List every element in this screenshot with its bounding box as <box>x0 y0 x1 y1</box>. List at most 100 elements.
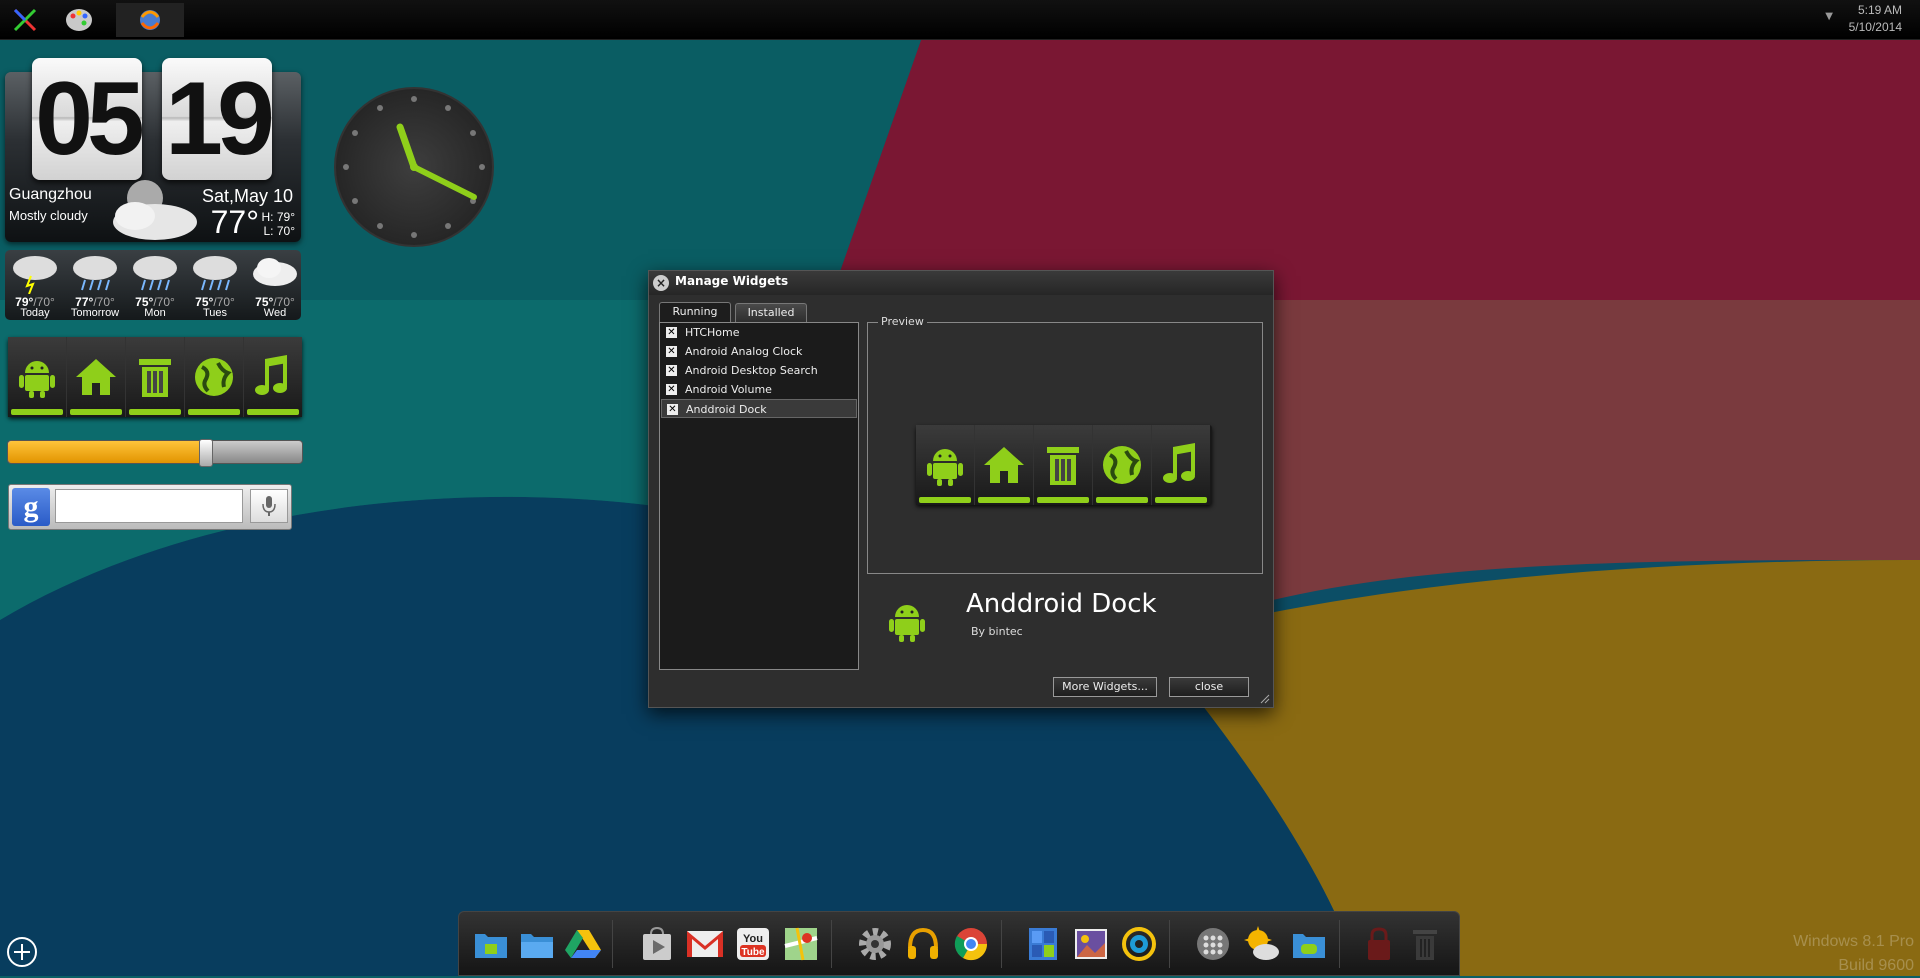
flip-clock-weather-widget[interactable]: 05 19 Guangzhou Mostly cloudy Sat,May 10… <box>5 58 301 242</box>
google-logo-icon[interactable]: g <box>12 488 50 526</box>
android-icon <box>927 449 963 486</box>
microphone-button[interactable] <box>250 489 288 523</box>
gmail-icon[interactable] <box>685 924 725 964</box>
preview-panel: Preview <box>867 315 1263 574</box>
system-time: 5:19 AM <box>1857 3 1902 17</box>
palette-icon[interactable] <box>62 3 96 37</box>
weather-sun-cloud-icon[interactable] <box>1241 924 1281 964</box>
dock-android-button[interactable] <box>8 337 67 417</box>
desktop-search-widget: g <box>8 484 292 530</box>
rain-icon <box>73 256 117 291</box>
close-button[interactable]: close <box>1169 677 1249 697</box>
checkbox[interactable]: ✕ <box>666 365 677 376</box>
weather-temperature: 77° <box>210 204 259 240</box>
android-icon <box>19 361 55 398</box>
checkbox[interactable]: ✕ <box>666 346 677 357</box>
weather-forecast[interactable]: 79°/70° Today 77°/70° Tomorrow 75°/70° M… <box>5 250 301 320</box>
volume-fill <box>8 441 205 463</box>
list-item[interactable]: ✕ HTCHome <box>661 323 857 342</box>
dock-trash-button[interactable] <box>126 337 185 417</box>
calculator-icon[interactable] <box>1023 924 1063 964</box>
resize-grip-icon[interactable] <box>1260 694 1270 704</box>
maps-icon[interactable] <box>781 924 821 964</box>
forecast-day-label: Tues <box>202 307 228 319</box>
folder-android-icon[interactable] <box>471 924 511 964</box>
windows-build: Build 9600 <box>1838 957 1914 974</box>
chrome-icon[interactable] <box>951 924 991 964</box>
forecast-day-label: Mon <box>144 307 166 319</box>
thunderstorm-icon <box>13 256 57 295</box>
dock-separator <box>612 920 613 968</box>
tab-running[interactable]: Running <box>659 302 731 323</box>
list-item-label: Anddroid Dock <box>686 403 767 416</box>
forecast-day: 75°/70° Mon <box>125 250 185 320</box>
checkbox[interactable]: ✕ <box>666 384 677 395</box>
more-widgets-button[interactable]: More Widgets... <box>1053 677 1157 697</box>
camera-lens-icon[interactable] <box>1119 924 1159 964</box>
dock-separator <box>1001 920 1002 968</box>
rain-icon <box>133 256 177 291</box>
settings-gear-icon[interactable] <box>855 924 895 964</box>
gallery-icon[interactable] <box>1071 924 1111 964</box>
search-input[interactable] <box>55 489 243 523</box>
system-clock[interactable]: 5:19 AM 5/10/2014 <box>1849 2 1902 36</box>
forecast-day: 75°/70° Wed <box>245 250 305 320</box>
trash-icon[interactable] <box>1405 924 1445 964</box>
volume-slider[interactable] <box>7 439 303 467</box>
checkbox[interactable]: ✕ <box>667 404 678 415</box>
lock-icon[interactable] <box>1359 924 1399 964</box>
forecast-day: 77°/70° Tomorrow <box>65 250 125 320</box>
running-widgets-list[interactable]: ✕ HTCHome ✕ Android Analog Clock ✕ Android … <box>659 322 859 670</box>
microphone-icon <box>262 496 276 516</box>
analog-clock-widget[interactable] <box>332 85 497 250</box>
preview-globe-cell <box>1093 425 1152 505</box>
youtube-icon[interactable]: You Tube <box>733 924 773 964</box>
system-date: 5/10/2014 <box>1848 20 1902 34</box>
folder-icon[interactable] <box>517 924 557 964</box>
tray-expand-icon[interactable]: ▼ <box>1825 11 1833 22</box>
widget-name: Anddroid Dock <box>966 589 1157 619</box>
svg-text:Tube: Tube <box>741 947 765 958</box>
dock-home-button[interactable] <box>67 337 126 417</box>
dock-separator <box>831 920 832 968</box>
weather-condition: Mostly cloudy <box>9 208 88 223</box>
top-bar: ▼ 5:19 AM 5/10/2014 <box>0 0 1920 40</box>
dialog-title: Manage Widgets <box>675 274 789 288</box>
music-note-icon <box>1163 443 1195 483</box>
dock-browser-button[interactable] <box>185 337 244 417</box>
svg-text:You: You <box>743 933 763 945</box>
list-item[interactable]: ✕ Android Analog Clock <box>661 342 857 361</box>
volume-thumb[interactable] <box>198 439 213 467</box>
list-item-label: Android Analog Clock <box>685 345 803 358</box>
app-drawer-icon[interactable] <box>1193 924 1233 964</box>
dock-music-button[interactable] <box>244 337 302 417</box>
preview-android-cell <box>916 425 975 505</box>
google-drive-icon[interactable] <box>563 924 603 964</box>
close-icon[interactable]: × <box>653 275 669 291</box>
list-item[interactable]: ✕ Android Volume <box>661 380 857 399</box>
orb-icon[interactable] <box>116 3 184 37</box>
globe-icon <box>1103 446 1141 484</box>
clock-minutes: 19 <box>162 58 275 180</box>
forecast-day-label: Tomorrow <box>70 307 120 319</box>
headphones-icon[interactable] <box>903 924 943 964</box>
forecast-day: 75°/70° Tues <box>185 250 245 320</box>
android-icon <box>889 605 925 642</box>
tab-installed[interactable]: Installed <box>735 303 807 322</box>
manage-widgets-dialog: × Manage Widgets Running Installed ✕ HTCH… <box>648 270 1274 708</box>
list-item-selected[interactable]: ✕ Anddroid Dock <box>661 399 857 418</box>
add-widget-icon[interactable] <box>6 936 38 968</box>
dock-separator <box>1169 920 1170 968</box>
android-dock-widget <box>8 337 302 417</box>
checkbox[interactable]: ✕ <box>666 327 677 338</box>
home-icon <box>76 359 116 395</box>
list-item[interactable]: ✕ Android Desktop Search <box>661 361 857 380</box>
globe-icon <box>195 358 233 396</box>
cloud-icon <box>253 258 297 286</box>
preview-label: Preview <box>878 315 927 328</box>
forecast-day-label: Wed <box>263 307 287 319</box>
dialog-titlebar[interactable]: × Manage Widgets <box>649 271 1273 295</box>
x-logo-icon[interactable] <box>8 3 42 37</box>
play-store-icon[interactable] <box>637 924 677 964</box>
folder-game-icon[interactable] <box>1289 924 1329 964</box>
